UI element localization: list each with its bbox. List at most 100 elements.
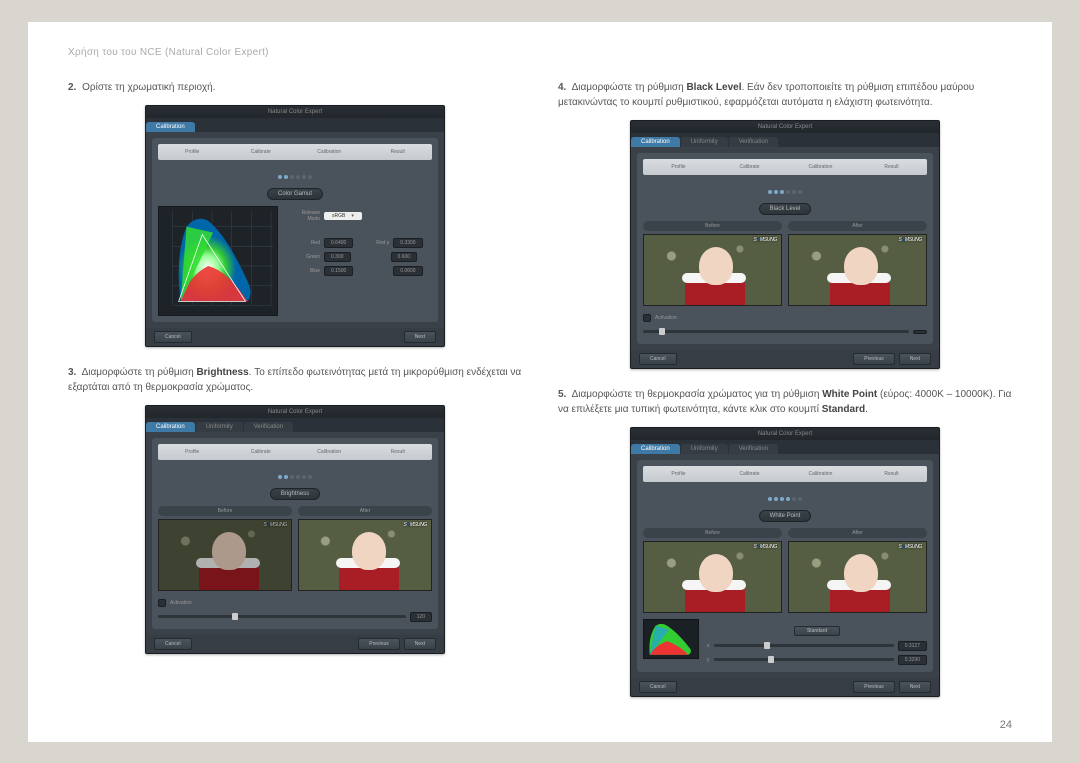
step-calibration[interactable]: Calibration [295,149,364,155]
after-label: After [298,506,432,516]
step-3-text: 3. Διαμορφώστε τη ρύθμιση Brightness. Το… [68,365,522,395]
green-y[interactable]: 0.600 [391,252,418,262]
activation-label: Activation [655,315,677,321]
step-5-text: 5. Διαμορφώστε τη θερμοκρασία χρώματος γ… [558,387,1012,417]
activation-row: Activation [643,312,927,324]
window-title: Natural Color Expert [146,406,444,418]
tab-calibration[interactable]: Calibration [631,444,680,454]
after-label: After [788,528,927,538]
tab-calibration[interactable]: Calibration [631,137,680,147]
tab-verification[interactable]: Verification [244,422,293,432]
blue-row: Blue 0.1500 0.0600 [288,266,432,276]
green-row: Green 0.300 0.600 [288,252,432,262]
cancel-button[interactable]: Cancel [639,353,677,365]
before-image: S∧MSUNG [158,519,292,591]
wizard-steps: Profile Calibrate Calibration Result [643,466,927,482]
window-title: Natural Color Expert [631,121,939,133]
wp-x-slider[interactable] [714,644,894,647]
tab-verification[interactable]: Verification [729,444,778,454]
temp-slider-row2: y 0.3290 [707,654,927,666]
dialog-footer: Cancel Previous Next [146,635,444,653]
samsung-logo: S∧MSUNG [403,522,427,528]
wizard-steps: Profile Calibrate Calibration Result [158,144,432,160]
step-4-text: 4. Διαμορφώστε τη ρύθμιση Black Level. Ε… [558,80,1012,110]
wp-x-value[interactable]: 0.3127 [898,641,927,651]
window-title: Natural Color Expert [631,428,939,440]
samsung-logo: S∧MSUNG [898,544,922,550]
red-row: Red 0.6400 Red y 0.3300 [288,238,432,248]
cancel-button[interactable]: Cancel [639,681,677,693]
red-x[interactable]: 0.6400 [324,238,353,248]
section-pill: Color Gamut [267,188,323,200]
activation-label: Activation [170,600,192,606]
next-button[interactable]: Next [899,681,931,693]
page-header: Χρήση του του NCE (Natural Color Expert) [68,47,1012,58]
cancel-button[interactable]: Cancel [154,638,192,650]
main-tabs: Calibration Uniformity Verification [146,418,444,432]
blue-x[interactable]: 0.1500 [324,266,353,276]
wp-y-value[interactable]: 0.3290 [898,655,927,665]
next-button[interactable]: Next [404,638,436,650]
brightness-value[interactable]: 120 [410,612,432,622]
progress-dots [643,181,927,199]
step-profile[interactable]: Profile [158,149,227,155]
step-body: Ορίστε τη χρωματική περιοχή. [82,82,215,93]
wizard-steps: Profile Calibrate Calibration Result [158,444,432,460]
page-number: 24 [68,719,1012,731]
before-label: Before [158,506,292,516]
step-number: 4. [558,82,566,93]
green-x[interactable]: 0.300 [324,252,351,262]
after-image: S∧MSUNG [788,234,927,306]
tab-uniformity[interactable]: Uniformity [196,422,243,432]
step-number: 5. [558,389,566,400]
next-button[interactable]: Next [404,331,436,343]
previous-button[interactable]: Previous [358,638,399,650]
temp-slider-row: x 0.3127 [707,640,927,652]
black-level-value[interactable] [913,330,927,334]
main-tabs: Calibration [146,118,444,132]
main-tabs: Calibration Uniformity Verification [631,133,939,147]
section-pill: Black Level [759,203,812,215]
previous-button[interactable]: Previous [853,353,894,365]
after-image: S∧MSUNG [298,519,432,591]
brightness-slider-row: 120 [158,611,432,623]
blue-y[interactable]: 0.0600 [393,266,422,276]
samsung-logo: S∧MSUNG [263,522,287,528]
screenshot-brightness: Natural Color Expert Calibration Uniform… [145,405,445,654]
before-after: Before S∧MSUNG After S∧MSUNG [643,221,927,306]
red-y[interactable]: 0.3300 [393,238,422,248]
before-label: Before [643,528,782,538]
screenshot-white-point: Natural Color Expert Calibration Uniform… [630,427,940,697]
activation-checkbox[interactable] [643,314,651,322]
progress-dots [643,488,927,506]
cancel-button[interactable]: Cancel [154,331,192,343]
section-pill: White Point [759,510,812,522]
panel: Profile Calibrate Calibration Result Bri… [152,438,438,629]
black-level-slider[interactable] [643,330,909,333]
activation-checkbox[interactable] [158,599,166,607]
tab-calibration[interactable]: Calibration [146,422,195,432]
step-result[interactable]: Result [364,149,433,155]
release-mode-dropdown[interactable]: sRGB [324,212,362,220]
tab-uniformity[interactable]: Uniformity [681,444,728,454]
screenshot-black-level: Natural Color Expert Calibration Uniform… [630,120,940,369]
tab-calibration[interactable]: Calibration [146,122,195,132]
wp-y-slider[interactable] [714,658,894,661]
standard-button[interactable]: Standard [794,626,840,636]
step-number: 3. [68,367,76,378]
panel: Profile Calibrate Calibration Result Col… [152,138,438,322]
progress-dots [158,166,432,184]
previous-button[interactable]: Previous [853,681,894,693]
step-calibrate[interactable]: Calibrate [227,149,296,155]
gamut-area: Release Mode sRGB Red 0.6400 Red y 0.330… [158,206,432,316]
screenshot-color-gamut: Natural Color Expert Calibration Profile… [145,105,445,347]
dialog-footer: Cancel Next [146,328,444,346]
next-button[interactable]: Next [899,353,931,365]
samsung-logo: S∧MSUNG [753,544,777,550]
release-mode-label: Release Mode [288,210,320,222]
brightness-slider[interactable] [158,615,406,618]
two-column-layout: 2. Ορίστε τη χρωματική περιοχή. Natural … [68,80,1012,715]
panel: Profile Calibrate Calibration Result Bla… [637,153,933,344]
tab-verification[interactable]: Verification [729,137,778,147]
tab-uniformity[interactable]: Uniformity [681,137,728,147]
